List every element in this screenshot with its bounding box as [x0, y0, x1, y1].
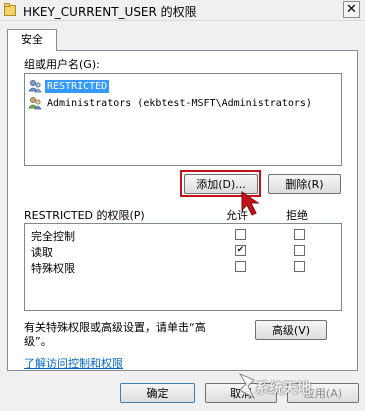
- close-button[interactable]: ✕: [343, 1, 360, 18]
- deny-header: 拒绝: [286, 209, 308, 222]
- allow-read-checkbox[interactable]: [235, 245, 246, 256]
- deny-full-control-checkbox[interactable]: [294, 229, 305, 240]
- title-bar: HKEY_CURRENT_USER 的权限 ✕: [0, 0, 365, 21]
- permissions-label: RESTRICTED 的权限(P): [24, 209, 145, 222]
- close-icon: ✕: [346, 2, 357, 17]
- permissions-list: 完全控制 读取 特殊权限: [24, 223, 342, 311]
- allow-full-control-checkbox[interactable]: [235, 229, 246, 240]
- user-listbox[interactable]: RESTRICTED Administrators (ekbtest-MSFT\…: [24, 73, 342, 166]
- users-icon: [28, 80, 42, 93]
- ok-button[interactable]: 确定: [120, 383, 195, 403]
- deny-special-checkbox[interactable]: [294, 261, 305, 272]
- tab-security[interactable]: 安全: [7, 29, 57, 51]
- users-icon: [28, 97, 42, 110]
- list-item[interactable]: Administrators (ekbtest-MSFT\Administrat…: [28, 95, 314, 111]
- folder-icon: [4, 3, 16, 16]
- window-title: HKEY_CURRENT_USER 的权限: [23, 5, 197, 19]
- allow-header: 允许: [226, 209, 248, 222]
- list-item-label: Administrators (ekbtest-MSFT\Administrat…: [47, 97, 312, 109]
- advanced-button[interactable]: 高级(V): [255, 320, 327, 340]
- learn-access-control-link[interactable]: 了解访问控制和权限: [24, 355, 123, 371]
- list-item[interactable]: RESTRICTED: [28, 78, 110, 94]
- permission-name: 完全控制: [31, 230, 75, 243]
- permission-name: 读取: [31, 246, 53, 259]
- allow-special-checkbox[interactable]: [235, 261, 246, 272]
- list-item-label: RESTRICTED: [45, 79, 110, 93]
- permission-name: 特殊权限: [31, 262, 75, 275]
- remove-button[interactable]: 删除(R): [268, 174, 341, 194]
- deny-read-checkbox[interactable]: [294, 245, 305, 256]
- group-list-label: 组或用户名(G):: [24, 58, 100, 71]
- watermark-text: 系统天地: [255, 381, 311, 397]
- advanced-hint-line2: 级”。: [24, 335, 52, 348]
